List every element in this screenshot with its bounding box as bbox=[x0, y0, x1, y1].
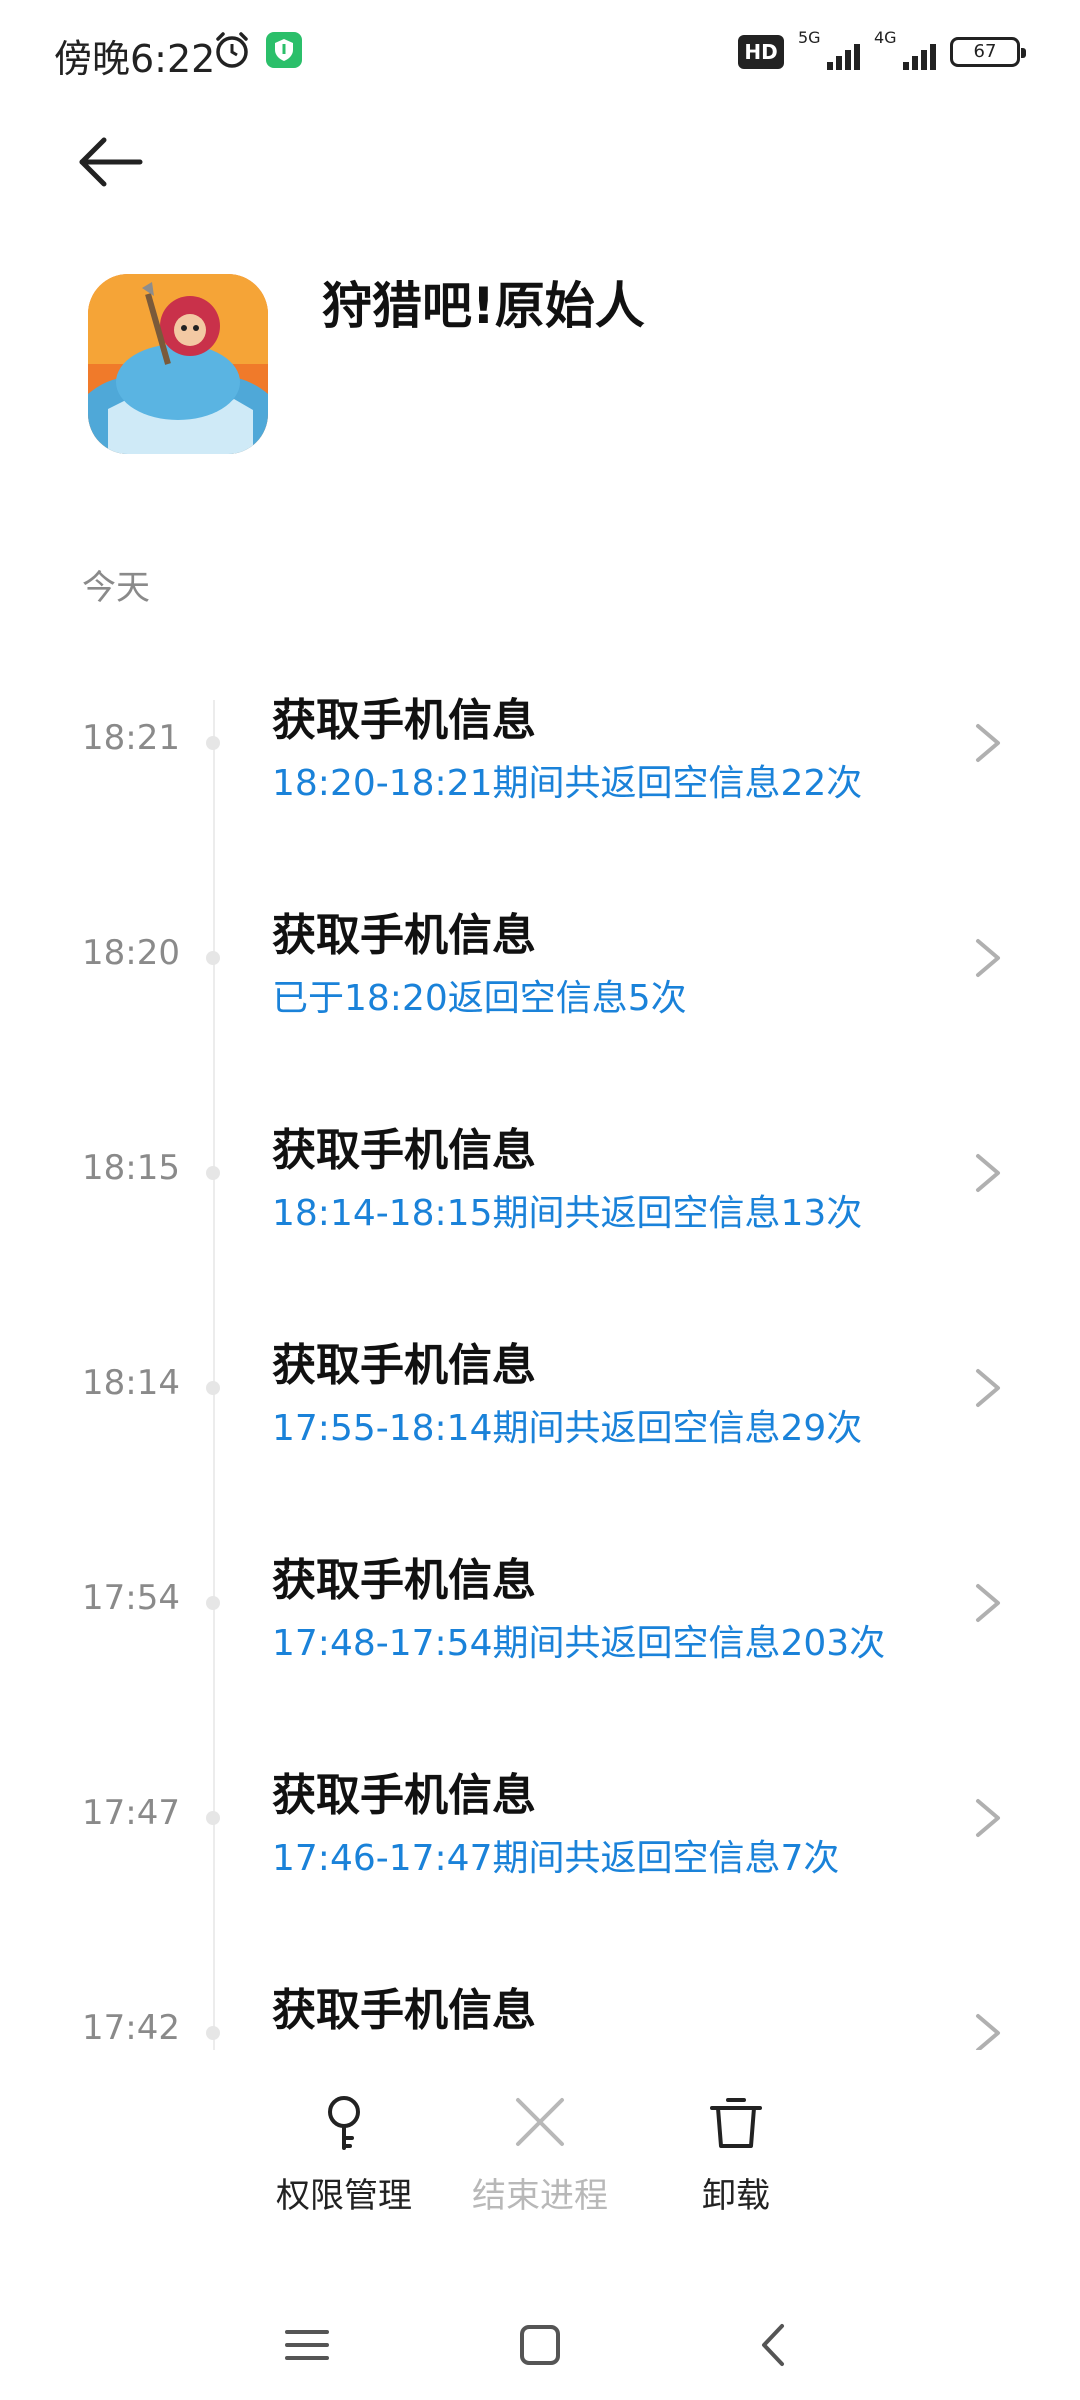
timeline-dot bbox=[206, 1596, 220, 1610]
action-bar: 权限管理 结束进程 卸载 bbox=[0, 2090, 1080, 2240]
activity-item[interactable]: 18:15 获取手机信息 18:14-18:15期间共返回空信息13次 bbox=[0, 1080, 1080, 1295]
back-button[interactable] bbox=[70, 120, 154, 204]
date-section-label: 今天 bbox=[82, 568, 150, 608]
app-icon bbox=[88, 274, 268, 454]
activity-item[interactable]: 17:42 获取手机信息 bbox=[0, 1940, 1080, 2050]
signal-4g-icon: 4G bbox=[874, 28, 936, 72]
timeline-dot bbox=[206, 736, 220, 750]
timeline-dot bbox=[206, 951, 220, 965]
activity-time: 17:54 bbox=[82, 1578, 180, 1618]
timeline-dot bbox=[206, 1811, 220, 1825]
menu-icon[interactable] bbox=[272, 2310, 342, 2380]
activity-list: 18:21 获取手机信息 18:20-18:21期间共返回空信息22次 18:2… bbox=[0, 650, 1080, 2050]
activity-time: 18:21 bbox=[82, 718, 180, 758]
activity-title: 获取手机信息 bbox=[272, 1340, 536, 1391]
activity-item[interactable]: 17:54 获取手机信息 17:48-17:54期间共返回空信息203次 bbox=[0, 1510, 1080, 1725]
home-icon[interactable] bbox=[505, 2310, 575, 2380]
system-navigation-bar bbox=[0, 2290, 1080, 2400]
activity-title: 获取手机信息 bbox=[272, 1985, 536, 2036]
activity-time: 17:42 bbox=[82, 2008, 180, 2048]
timeline-dot bbox=[206, 1381, 220, 1395]
uninstall-label: 卸载 bbox=[702, 2176, 770, 2216]
activity-detail: 17:46-17:47期间共返回空信息7次 bbox=[272, 1838, 840, 1879]
app-name: 狩猎吧!原始人 bbox=[322, 277, 645, 335]
activity-item[interactable]: 18:21 获取手机信息 18:20-18:21期间共返回空信息22次 bbox=[0, 650, 1080, 865]
activity-title: 获取手机信息 bbox=[272, 910, 536, 961]
activity-time: 18:20 bbox=[82, 933, 180, 973]
activity-time: 18:15 bbox=[82, 1148, 180, 1188]
activity-title: 获取手机信息 bbox=[272, 1770, 536, 1821]
uninstall-button[interactable]: 卸载 bbox=[636, 2090, 836, 2240]
activity-time: 18:14 bbox=[82, 1363, 180, 1403]
battery-indicator: 67 bbox=[950, 37, 1026, 67]
status-time: 傍晚6:22 bbox=[54, 37, 216, 81]
chevron-left-icon[interactable] bbox=[740, 2310, 810, 2380]
chevron-right-icon bbox=[976, 724, 1000, 762]
chevron-right-icon bbox=[976, 2014, 1000, 2050]
permissions-button[interactable]: 权限管理 bbox=[244, 2090, 444, 2240]
close-icon bbox=[516, 2098, 564, 2146]
alarm-icon bbox=[216, 32, 248, 68]
activity-title: 获取手机信息 bbox=[272, 1125, 536, 1176]
activity-time: 17:47 bbox=[82, 1793, 180, 1833]
activity-detail: 18:14-18:15期间共返回空信息13次 bbox=[272, 1193, 863, 1234]
permissions-label: 权限管理 bbox=[276, 2176, 412, 2216]
arrow-left-icon bbox=[79, 137, 143, 187]
trash-icon bbox=[710, 2098, 762, 2148]
activity-item[interactable]: 18:20 获取手机信息 已于18:20返回空信息5次 bbox=[0, 865, 1080, 1080]
chevron-right-icon bbox=[976, 1584, 1000, 1622]
chevron-right-icon bbox=[976, 1369, 1000, 1407]
hd-voice-badge: HD bbox=[738, 35, 784, 69]
activity-title: 获取手机信息 bbox=[272, 695, 536, 746]
timeline-dot bbox=[206, 2026, 220, 2040]
activity-detail: 17:48-17:54期间共返回空信息203次 bbox=[272, 1623, 886, 1664]
end-process-label: 结束进程 bbox=[472, 2176, 608, 2216]
key-icon bbox=[328, 2096, 360, 2150]
activity-item[interactable]: 17:47 获取手机信息 17:46-17:47期间共返回空信息7次 bbox=[0, 1725, 1080, 1940]
chevron-right-icon bbox=[976, 1799, 1000, 1837]
activity-title: 获取手机信息 bbox=[272, 1555, 536, 1606]
security-shield-icon bbox=[266, 32, 302, 68]
chevron-right-icon bbox=[976, 1154, 1000, 1192]
activity-detail: 17:55-18:14期间共返回空信息29次 bbox=[272, 1408, 863, 1449]
signal-5g-icon: 5G bbox=[798, 28, 860, 72]
activity-detail: 18:20-18:21期间共返回空信息22次 bbox=[272, 763, 863, 804]
activity-item[interactable]: 18:14 获取手机信息 17:55-18:14期间共返回空信息29次 bbox=[0, 1295, 1080, 1510]
status-indicators: HD 5G 4G 67 bbox=[738, 28, 1026, 74]
status-bar: 傍晚6:22 HD 5G 4G 67 bbox=[0, 0, 1080, 104]
chevron-right-icon bbox=[976, 939, 1000, 977]
timeline-dot bbox=[206, 1166, 220, 1180]
end-process-button[interactable]: 结束进程 bbox=[440, 2090, 640, 2240]
activity-detail: 已于18:20返回空信息5次 bbox=[272, 978, 687, 1019]
